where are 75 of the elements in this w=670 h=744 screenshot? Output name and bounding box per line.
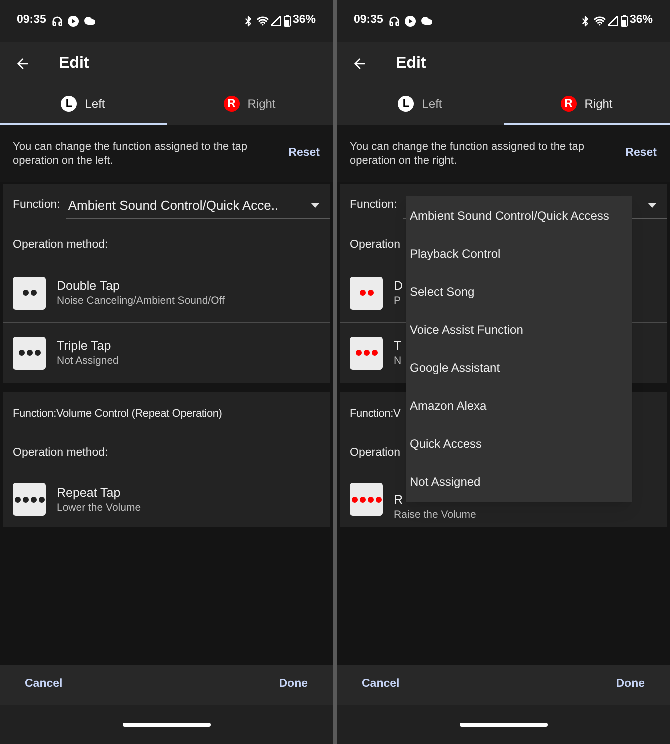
tap-description: Lower the Volume [57, 500, 142, 514]
reset-button[interactable]: Reset [288, 144, 320, 162]
back-icon[interactable] [352, 56, 368, 72]
section-label: Operation method: [13, 238, 108, 254]
tap-icon [13, 336, 46, 370]
bluetooth-icon [242, 16, 254, 26]
function-label: Function: [13, 198, 60, 214]
tap-icon [350, 336, 383, 370]
side-badge: R [224, 96, 240, 112]
side-tab[interactable]: L Left [337, 85, 504, 125]
menu-item[interactable]: Playback Control [406, 235, 632, 273]
screen-title: Edit [396, 54, 426, 74]
tap-name: Triple Tap [57, 338, 112, 354]
cloud-icon [421, 15, 434, 27]
section-label: Operation method: [13, 446, 108, 462]
function-label: Function: [350, 198, 398, 214]
tap-name: R [394, 492, 404, 508]
done-button[interactable]: Done [279, 676, 308, 694]
tap-description: Not Assigned [57, 354, 119, 368]
home-indicator[interactable] [460, 722, 548, 726]
tap-description: Raise the Volume [394, 508, 476, 522]
cancel-button[interactable]: Cancel [25, 676, 63, 694]
tap-description: Noise Canceling/Ambient Sound/Off [57, 294, 225, 308]
menu-item[interactable]: Quick Access [406, 425, 632, 463]
function-text: Function:V [350, 406, 401, 422]
side-badge: L [398, 96, 414, 112]
section-label: Operation [350, 446, 401, 462]
tap-icon [350, 483, 383, 516]
tap-name: T [394, 338, 402, 354]
menu-item[interactable]: Not Assigned [406, 463, 632, 501]
status-time: 09:35 [17, 13, 46, 28]
cloud-icon [84, 15, 96, 27]
tap-name: Repeat Tap [57, 484, 121, 500]
menu-item[interactable]: Voice Assist Function [406, 311, 632, 349]
headphones-icon [52, 16, 64, 26]
tap-description: P [394, 294, 402, 308]
battery-level: 36% [630, 13, 653, 28]
section-label: Operation [350, 238, 401, 254]
dropdown-caret-icon [648, 203, 657, 208]
tap-icon [13, 483, 46, 516]
battery-icon [620, 15, 628, 27]
function-text: Function:Volume Control (Repeat Operation) [13, 406, 222, 422]
wifi-icon [256, 15, 269, 27]
info-text: You can change the function assigned to the tap operation on the right. [350, 140, 586, 168]
tap-description: N [394, 354, 402, 368]
signal-icon [270, 16, 281, 26]
cancel-button[interactable]: Cancel [362, 676, 400, 694]
play-circle-icon [68, 16, 80, 26]
tap-icon [350, 276, 383, 310]
screen-title: Edit [59, 54, 90, 74]
side-badge: R [560, 96, 577, 112]
menu-item[interactable]: Select Song [406, 273, 632, 311]
tap-name: Double Tap [57, 278, 120, 294]
signal-icon [608, 16, 618, 26]
done-button[interactable]: Done [616, 676, 645, 694]
tap-icon [13, 276, 46, 310]
menu-item[interactable]: Google Assistant [406, 349, 632, 387]
info-text: You can change the function assigned to the tap operation on the left. [13, 140, 248, 168]
bluetooth-icon [580, 16, 591, 26]
headphones-icon [389, 16, 400, 26]
menu-item[interactable]: Amazon Alexa [406, 387, 632, 425]
play-circle-icon [405, 16, 416, 26]
status-time: 09:35 [354, 13, 384, 28]
dropdown-caret-icon [311, 203, 320, 208]
reset-button[interactable]: Reset [626, 144, 657, 162]
battery-icon [284, 15, 291, 27]
side-tab[interactable]: R Right [166, 85, 333, 125]
side-badge: L [61, 96, 78, 112]
wifi-icon [594, 15, 606, 27]
back-icon[interactable] [15, 56, 31, 72]
tap-name: D [394, 278, 404, 294]
function-select[interactable]: Ambient Sound Control/Quick Acce.. [66, 193, 330, 219]
battery-level: 36% [292, 13, 316, 28]
menu-item[interactable]: Ambient Sound Control/Quick Access [406, 197, 632, 235]
home-indicator[interactable] [122, 722, 210, 726]
